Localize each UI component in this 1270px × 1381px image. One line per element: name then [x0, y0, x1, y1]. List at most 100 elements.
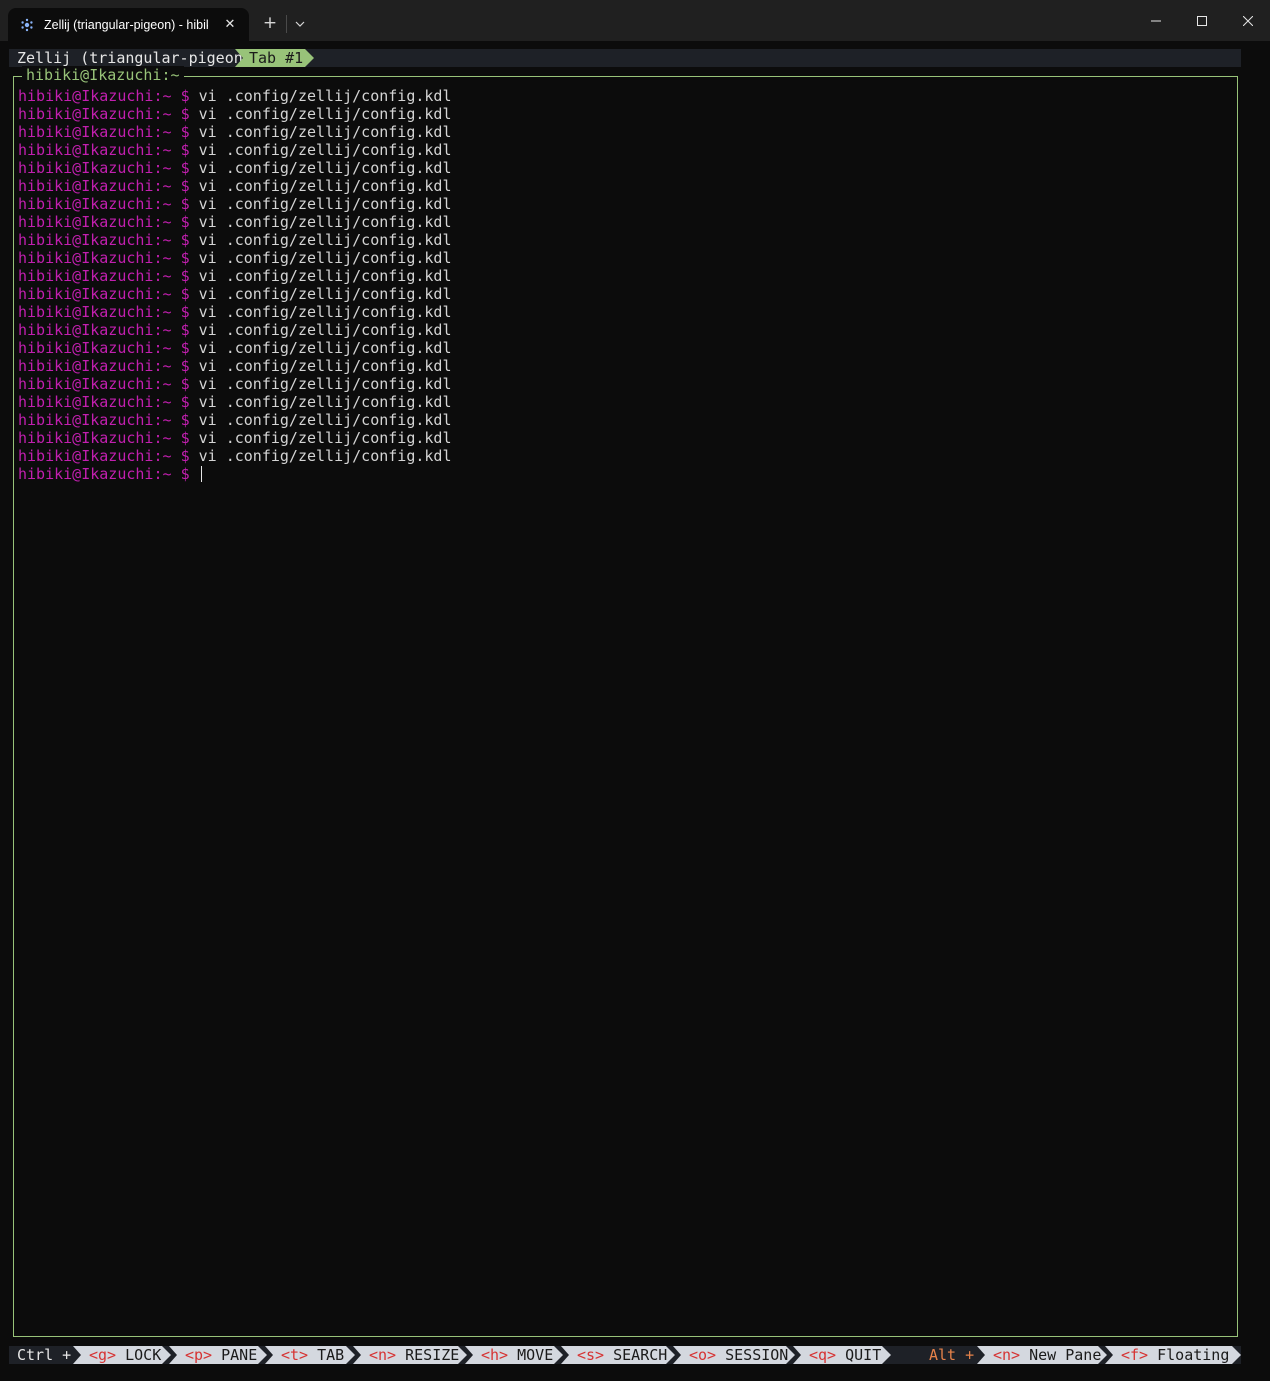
terminal-line: hibiki@Ikazuchi:~ $ vi .config/zellij/co… [18, 429, 452, 447]
keybind-tab[interactable]: <t> TAB [265, 1346, 355, 1364]
ctrl-modifier-label: Ctrl + [17, 1346, 72, 1364]
terminal-line: hibiki@Ikazuchi:~ $ vi .config/zellij/co… [18, 393, 452, 411]
prompt-symbol: $ [180, 447, 190, 465]
keybind-label: Floating [1157, 1346, 1230, 1364]
prompt-user: hibiki@Ikazuchi:~ [18, 195, 172, 213]
command-text: vi .config/zellij/config.kdl [198, 231, 452, 249]
terminal-tab[interactable]: Zellij (triangular-pigeon) - hibiki@Ikaz… [8, 8, 249, 41]
prompt-symbol: $ [180, 177, 190, 195]
prompt-user: hibiki@Ikazuchi:~ [18, 159, 172, 177]
prompt-symbol: $ [180, 393, 190, 411]
close-icon[interactable]: ✕ [221, 15, 239, 33]
keybind-label: SEARCH [613, 1346, 668, 1364]
command-text: vi .config/zellij/config.kdl [198, 339, 452, 357]
plus-icon[interactable]: + [258, 11, 282, 35]
command-text: vi .config/zellij/config.kdl [198, 411, 452, 429]
command-text: vi .config/zellij/config.kdl [198, 195, 452, 213]
command-text: vi .config/zellij/config.kdl [198, 375, 452, 393]
keybind-lock[interactable]: <g> LOCK [73, 1346, 171, 1364]
terminal-line: hibiki@Ikazuchi:~ $ vi .config/zellij/co… [18, 321, 452, 339]
terminal-output[interactable]: hibiki@Ikazuchi:~ $ vi .config/zellij/co… [18, 87, 452, 483]
terminal-line: hibiki@Ikazuchi:~ $ vi .config/zellij/co… [18, 87, 452, 105]
keybind-new-pane[interactable]: <n> New Pane [977, 1346, 1107, 1364]
command-text: vi .config/zellij/config.kdl [198, 285, 452, 303]
keybind-key: <h> [481, 1346, 509, 1364]
prompt-symbol: $ [180, 105, 190, 123]
prompt-symbol: $ [180, 249, 190, 267]
terminal-line: hibiki@Ikazuchi:~ $ vi .config/zellij/co… [18, 123, 452, 141]
command-text: vi .config/zellij/config.kdl [198, 249, 452, 267]
prompt-symbol: $ [180, 141, 190, 159]
command-text: vi .config/zellij/config.kdl [198, 159, 452, 177]
keybind-text: <q> QUIT [809, 1346, 881, 1364]
prompt-user: hibiki@Ikazuchi:~ [18, 123, 172, 141]
keybind-move[interactable]: <h> MOVE [465, 1346, 563, 1364]
command-text: vi .config/zellij/config.kdl [198, 123, 452, 141]
terminal-line: hibiki@Ikazuchi:~ $ vi .config/zellij/co… [18, 267, 452, 285]
prompt-user: hibiki@Ikazuchi:~ [18, 213, 172, 231]
close-window-icon[interactable] [1225, 0, 1270, 41]
keybind-label: SESSION [725, 1346, 789, 1364]
tab-title: Zellij (triangular-pigeon) - hibiki@Ikaz… [44, 17, 208, 32]
keybind-text: <n> New Pane [993, 1346, 1101, 1364]
keybind-label: MOVE [517, 1346, 554, 1364]
minimize-icon[interactable] [1133, 0, 1179, 41]
keybind-text: <f> Floating [1121, 1346, 1229, 1364]
prompt-symbol: $ [180, 321, 190, 339]
title-bar: Zellij (triangular-pigeon) - hibiki@Ikaz… [0, 0, 1270, 41]
tab-label: Tab #1 [249, 49, 304, 67]
command-text: vi .config/zellij/config.kdl [198, 321, 452, 339]
prompt-symbol: $ [180, 429, 190, 447]
command-text: vi .config/zellij/config.kdl [198, 429, 452, 447]
prompt-user: hibiki@Ikazuchi:~ [18, 231, 172, 249]
terminal-app-icon [20, 18, 34, 32]
prompt-user: hibiki@Ikazuchi:~ [18, 339, 172, 357]
prompt-symbol: $ [180, 465, 190, 483]
prompt-symbol: $ [180, 357, 190, 375]
prompt-user: hibiki@Ikazuchi:~ [18, 249, 172, 267]
prompt-user: hibiki@Ikazuchi:~ [18, 267, 172, 285]
prompt-user: hibiki@Ikazuchi:~ [18, 303, 172, 321]
keybind-label: RESIZE [405, 1346, 460, 1364]
prompt-user: hibiki@Ikazuchi:~ [18, 393, 172, 411]
alt-modifier-label: Alt + [929, 1346, 975, 1364]
prompt-symbol: $ [180, 267, 190, 285]
keybind-resize[interactable]: <n> RESIZE [353, 1346, 467, 1364]
prompt-symbol: $ [180, 195, 190, 213]
chevron-down-icon[interactable] [290, 12, 310, 36]
keybind-floating[interactable]: <f> Floating [1105, 1346, 1241, 1364]
prompt-symbol: $ [180, 159, 190, 177]
prompt-symbol: $ [180, 213, 190, 231]
keybind-text: <s> SEARCH [577, 1346, 667, 1364]
session-name: Zellij (triangular-pigeon) [17, 49, 252, 67]
keybind-quit[interactable]: <q> QUIT [793, 1346, 891, 1364]
keybind-key: <s> [577, 1346, 605, 1364]
terminal-pane[interactable]: hibiki@Ikazuchi:~ hibiki@Ikazuchi:~ $ vi… [13, 66, 1238, 1337]
keybind-key: <n> [369, 1346, 397, 1364]
divider [286, 15, 287, 33]
keybind-key: <g> [89, 1346, 117, 1364]
keybind-key: <p> [185, 1346, 213, 1364]
maximize-icon[interactable] [1179, 0, 1225, 41]
prompt-symbol: $ [180, 285, 190, 303]
prompt-symbol: $ [180, 375, 190, 393]
keybind-text: <h> MOVE [481, 1346, 553, 1364]
keybind-text: <n> RESIZE [369, 1346, 459, 1364]
keybind-text: <o> SESSION [689, 1346, 788, 1364]
command-text: vi .config/zellij/config.kdl [198, 267, 452, 285]
terminal-line: hibiki@Ikazuchi:~ $ vi .config/zellij/co… [18, 105, 452, 123]
terminal-line: hibiki@Ikazuchi:~ $ vi .config/zellij/co… [18, 231, 452, 249]
prompt-user: hibiki@Ikazuchi:~ [18, 429, 172, 447]
terminal-line: hibiki@Ikazuchi:~ $ vi .config/zellij/co… [18, 141, 452, 159]
terminal-line: hibiki@Ikazuchi:~ $ vi .config/zellij/co… [18, 447, 452, 465]
command-text: vi .config/zellij/config.kdl [198, 87, 452, 105]
keybind-pane[interactable]: <p> PANE [169, 1346, 267, 1364]
terminal-line: hibiki@Ikazuchi:~ $ vi .config/zellij/co… [18, 195, 452, 213]
terminal-line: hibiki@Ikazuchi:~ $ vi .config/zellij/co… [18, 159, 452, 177]
keybind-text: <t> TAB [281, 1346, 344, 1364]
keybind-session[interactable]: <o> SESSION [673, 1346, 795, 1364]
keybind-text: <p> PANE [185, 1346, 257, 1364]
zellij-status-bar: Ctrl + Alt + <g> LOCK <p> PANE <t> TAB <n> … [9, 1346, 1241, 1364]
prompt-user: hibiki@Ikazuchi:~ [18, 357, 172, 375]
keybind-search[interactable]: <s> SEARCH [561, 1346, 675, 1364]
